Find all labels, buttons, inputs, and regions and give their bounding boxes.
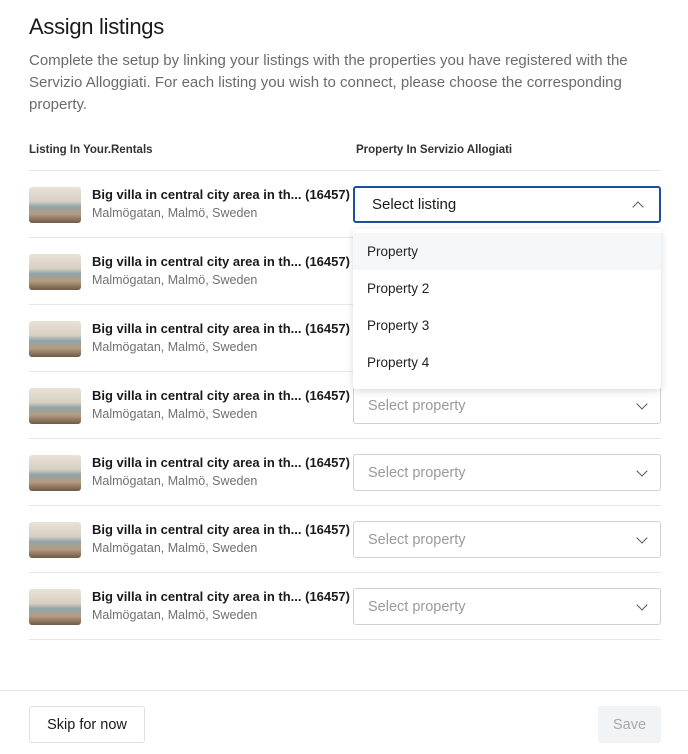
listing-row: Big villa in central city area in th... … xyxy=(29,439,661,506)
chevron-down-icon xyxy=(636,397,648,410)
listing-title: Big villa in central city area in th... … xyxy=(92,522,350,537)
listing-title: Big villa in central city area in th... … xyxy=(92,254,350,269)
chevron-up-icon xyxy=(632,200,644,213)
property-select-value: Select property xyxy=(368,397,466,414)
listing-thumbnail xyxy=(29,455,81,491)
chevron-down-icon xyxy=(636,598,648,611)
property-dropdown-menu: Property Property 2 Property 3 Property 4 xyxy=(353,229,661,389)
property-select[interactable]: Select property xyxy=(353,454,661,491)
chevron-down-icon xyxy=(636,531,648,544)
listing-title: Big villa in central city area in th... … xyxy=(92,388,350,403)
listing-title: Big villa in central city area in th... … xyxy=(92,589,350,604)
footer-divider xyxy=(0,690,688,691)
listing-address: Malmögatan, Malmö, Sweden xyxy=(92,340,258,354)
dropdown-option[interactable]: Property 3 xyxy=(353,307,661,344)
listing-row: Big villa in central city area in th... … xyxy=(29,573,661,640)
property-select-value: Select listing xyxy=(372,196,457,213)
listing-thumbnail xyxy=(29,589,81,625)
dropdown-option[interactable]: Property 4 xyxy=(353,344,661,381)
property-select-value: Select property xyxy=(368,598,466,615)
property-select[interactable]: Select property xyxy=(353,387,661,424)
listing-address: Malmögatan, Malmö, Sweden xyxy=(92,608,258,622)
property-select-value: Select property xyxy=(368,531,466,548)
listing-address: Malmögatan, Malmö, Sweden xyxy=(92,206,258,220)
listing-address: Malmögatan, Malmö, Sweden xyxy=(92,474,258,488)
listing-thumbnail xyxy=(29,187,81,223)
save-button[interactable]: Save xyxy=(598,706,661,743)
dropdown-option[interactable]: Property xyxy=(353,233,661,270)
chevron-down-icon xyxy=(636,464,648,477)
listing-thumbnail xyxy=(29,388,81,424)
listing-row: Big villa in central city area in th... … xyxy=(29,171,661,238)
listing-address: Malmögatan, Malmö, Sweden xyxy=(92,541,258,555)
dropdown-option[interactable]: Property 2 xyxy=(353,270,661,307)
column-header-property: Property In Servizio Allogiati xyxy=(356,144,513,156)
listing-title: Big villa in central city area in th... … xyxy=(92,187,350,202)
property-select[interactable]: Select property xyxy=(353,588,661,625)
page-title: Assign listings xyxy=(29,14,164,39)
listing-address: Malmögatan, Malmö, Sweden xyxy=(92,407,258,421)
listing-title: Big villa in central city area in th... … xyxy=(92,455,350,470)
property-select-value: Select property xyxy=(368,464,466,481)
listing-thumbnail xyxy=(29,254,81,290)
property-select[interactable]: Select property xyxy=(353,521,661,558)
listing-row: Big villa in central city area in th... … xyxy=(29,506,661,573)
skip-for-now-button[interactable]: Skip for now xyxy=(29,706,145,743)
property-select[interactable]: Select listing xyxy=(353,186,661,223)
column-header-listing: Listing In Your.Rentals xyxy=(29,144,153,156)
page-description: Complete the setup by linking your listi… xyxy=(29,52,628,113)
listing-address: Malmögatan, Malmö, Sweden xyxy=(92,273,258,287)
listing-title: Big villa in central city area in th... … xyxy=(92,321,350,336)
listing-thumbnail xyxy=(29,321,81,357)
listing-thumbnail xyxy=(29,522,81,558)
